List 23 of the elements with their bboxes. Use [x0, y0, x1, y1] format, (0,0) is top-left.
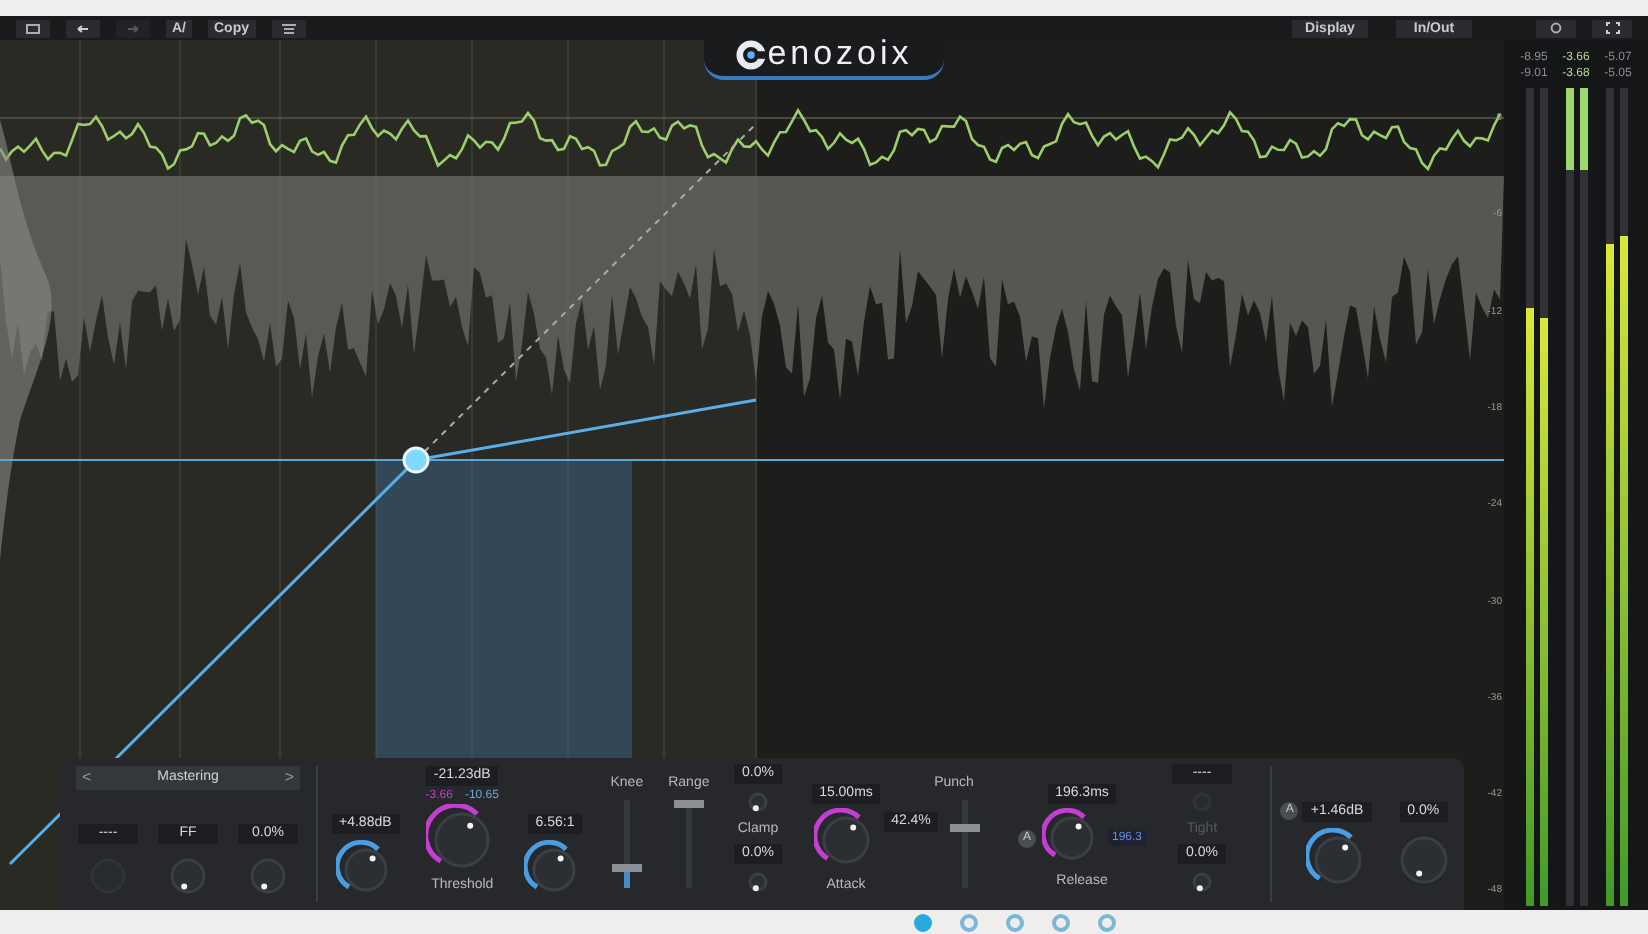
settings-icon [1550, 22, 1562, 34]
redo-icon [126, 23, 140, 33]
expand-icon [1605, 22, 1619, 34]
vertical-slider[interactable] [950, 800, 981, 888]
previous-preset-button[interactable]: < [82, 768, 92, 788]
settings-button[interactable] [1536, 19, 1576, 37]
menu-icon [281, 23, 295, 33]
next-preset-button[interactable]: > [284, 768, 294, 788]
logo-text: enozoix [767, 36, 913, 72]
folder-icon [26, 23, 40, 33]
vertical-slider[interactable] [611, 800, 642, 888]
undo-icon [76, 23, 90, 33]
slider-thumb[interactable] [611, 864, 642, 872]
vertical-slider[interactable] [673, 800, 704, 888]
folder-button[interactable] [16, 19, 50, 37]
slider-thumb[interactable] [950, 824, 981, 832]
logo-icon [735, 39, 766, 69]
undo-button[interactable] [66, 19, 100, 37]
slider-thumb[interactable] [673, 800, 704, 808]
menu-button[interactable] [271, 19, 305, 37]
expand-button[interactable] [1592, 19, 1632, 37]
redo-button[interactable] [116, 19, 150, 37]
knee-handle[interactable] [402, 446, 430, 474]
